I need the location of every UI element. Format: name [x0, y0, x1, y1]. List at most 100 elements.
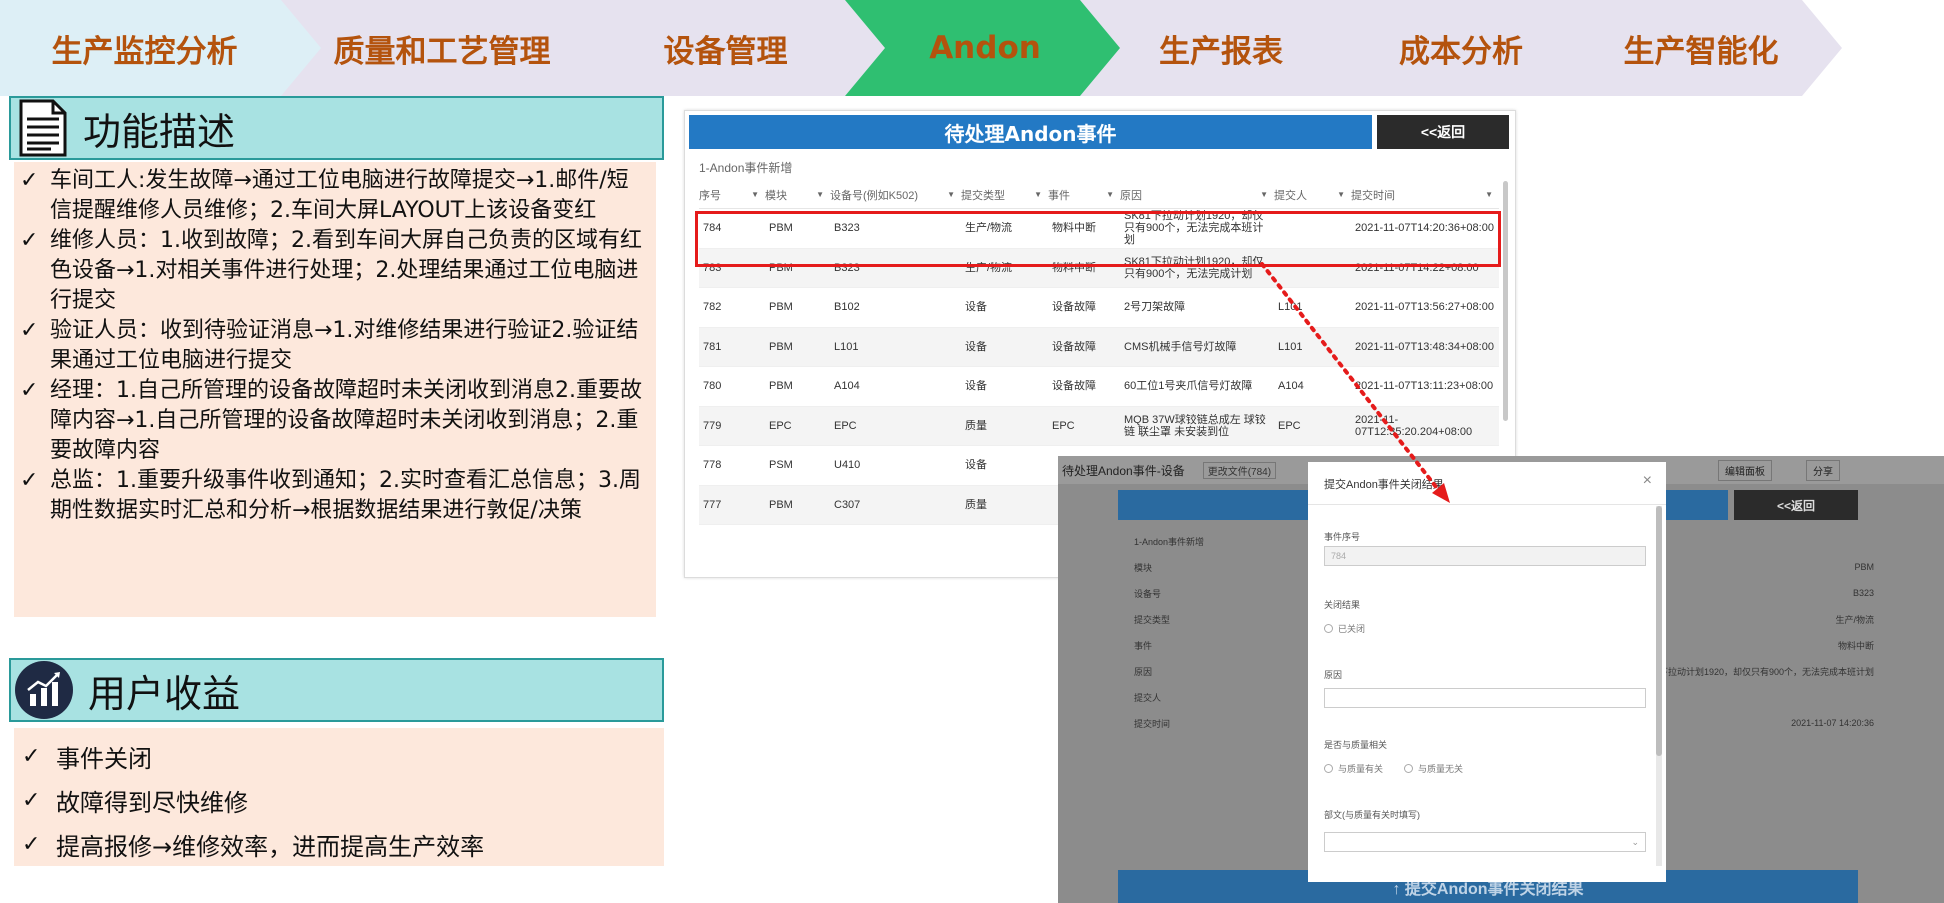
back-button[interactable]: <<返回 [1734, 490, 1858, 520]
table-cell: 779 [703, 419, 722, 432]
table-cell: 2021-11-07T12:35:20.204+08:00 [1355, 413, 1473, 438]
pending-table-title: 待处理Andon事件 [689, 115, 1372, 149]
nav-tab-label: 质量和工艺管理 [333, 33, 551, 70]
column-header[interactable]: 提交类型 ▼ [961, 187, 1048, 203]
scrollbar[interactable] [1503, 181, 1508, 421]
column-header[interactable]: 原因 ▼ [1120, 187, 1274, 203]
closed-radio[interactable]: 已关闭 [1324, 622, 1365, 635]
nav-tab-production-monitoring[interactable]: 生产监控分析 [0, 0, 325, 96]
dialog-title: 提交Andon事件关闭结果 [1324, 479, 1444, 491]
user-benefit-list: ✓ 事件关闭 ✓ 故障得到尽快维修 ✓ 提高报修→维修效率，进而提高生产效率 [14, 728, 664, 866]
nav-tab-production-report[interactable]: 生产报表 [1080, 0, 1362, 96]
table-cell: U410 [834, 459, 861, 472]
table-cell: 60工位1号夹爪信号灯故障 [1124, 380, 1253, 393]
table-header: 序号 ▼ 模块 ▼ 设备号(例如K502) ▼ 提交类型 ▼ 事件 ▼ 原因 ▼ 提交人 ▼ … [699, 181, 1499, 209]
table-cell: 777 [703, 498, 722, 511]
table-cell: 2021-11-07T13:11:23+08:00 [1355, 380, 1494, 393]
list-item: ✓ 车间工人:发生故障→通过工位电脑进行故障提交→1.邮件/短信提醒维修人员维修；… [20, 166, 650, 226]
table-row[interactable]: 780 PBM A104 设备 设备故障 60工位1号夹爪信号灯故障 A104 2021-11… [699, 367, 1499, 407]
share-button[interactable]: 分享 [1806, 460, 1840, 481]
list-item: ✓ 总监：1.重要升级事件收到通知；2.实时查看汇总信息；3.周期性数据实时汇总和… [20, 466, 650, 526]
list-item: ✓ 事件关闭 [22, 743, 152, 773]
filter-icon[interactable]: ▼ [1106, 190, 1114, 199]
filter-icon[interactable]: ▼ [1485, 190, 1493, 199]
function-description-header: 功能描述 [9, 96, 664, 160]
column-header[interactable]: 事件 ▼ [1048, 187, 1120, 203]
table-cell: 设备故障 [1052, 340, 1096, 353]
filter-icon[interactable]: ▼ [1337, 190, 1345, 199]
table-cell: PBM [769, 301, 793, 314]
nav-tab-smart-production[interactable]: 生产智能化 [1560, 0, 1842, 96]
table-cell: C307 [834, 498, 861, 511]
filter-icon[interactable]: ▼ [1260, 190, 1268, 199]
document-label: 部文(与质量有关时填写) [1324, 810, 1420, 820]
analytics-icon [15, 661, 73, 719]
column-header[interactable]: 模块 ▼ [765, 187, 830, 203]
quality-related-radio[interactable]: 与质量有关 [1324, 762, 1383, 775]
nav-tab-label: 设备管理 [663, 33, 788, 70]
table-cell: 2号刀架故障 [1124, 301, 1186, 314]
nav-tab-label: 生产智能化 [1623, 33, 1779, 70]
divider [1308, 504, 1666, 505]
user-benefit-header: 用户收益 [9, 658, 664, 722]
table-cell: 778 [703, 459, 722, 472]
function-description-list: ✓ 车间工人:发生故障→通过工位电脑进行故障提交→1.邮件/短信提醒维修人员维修；… [14, 162, 656, 617]
nav-tab-cost-analysis[interactable]: 成本分析 [1320, 0, 1602, 96]
table-cell: 质量 [965, 419, 987, 432]
check-icon: ✓ [20, 168, 39, 193]
table-cell: B102 [834, 301, 860, 314]
chevron-down-icon: ⌄ [1631, 836, 1639, 847]
filter-icon[interactable]: ▼ [1034, 190, 1042, 199]
check-icon: ✓ [20, 318, 39, 343]
table-row[interactable]: 779 EPC EPC 质量 EPC MQB 37W球铰链总成左 球铰链 联尘罩 未安装到… [699, 406, 1499, 446]
table-cell: 设备故障 [1052, 380, 1096, 393]
table-cell: 781 [703, 340, 722, 353]
list-item: ✓ 提高报修→维修效率，进而提高生产效率 [22, 831, 485, 861]
table-cell: CMS机械手信号灯故障 [1124, 340, 1237, 353]
table-cell: 2021-11-07T13:48:34+08:00 [1355, 340, 1494, 353]
filter-icon[interactable]: ▼ [751, 190, 759, 199]
top-chevron-nav: 生产监控分析 质量和工艺管理 设备管理 Andon 生产报表 成本分析 生产智能… [0, 0, 1944, 96]
check-icon: ✓ [20, 378, 39, 403]
quality-unrelated-radio[interactable]: 与质量无关 [1404, 762, 1463, 775]
table-cell: 设备 [965, 380, 987, 393]
column-header[interactable]: 提交时间 ▼ [1351, 187, 1499, 203]
nav-tab-equipment[interactable]: 设备管理 [558, 0, 893, 96]
table-row[interactable]: 781 PBM L101 设备 设备故障 CMS机械手信号灯故障 L101 2021-11-0… [699, 327, 1499, 367]
table-cell: 782 [703, 301, 722, 314]
column-header[interactable]: 提交人 ▼ [1274, 187, 1351, 203]
list-item: ✓ 验证人员：收到待验证消息→1.对维修结果进行验证2.验证结果通过工位电脑进行提… [20, 316, 650, 376]
table-cell: MQB 37W球铰链总成左 球铰链 联尘罩 未安装到位 [1124, 413, 1266, 438]
section-title: 功能描述 [83, 109, 236, 154]
table-cell: EPC [1052, 419, 1075, 432]
reason-label: 原因 [1324, 670, 1343, 680]
event-no-field[interactable]: 784 [1324, 546, 1646, 566]
filter-icon[interactable]: ▼ [947, 190, 955, 199]
close-icon[interactable]: × [1643, 472, 1652, 490]
table-cell: 780 [703, 380, 722, 393]
dashboard-title: 待处理Andon事件-设备 [1062, 463, 1185, 478]
nav-tab-label: 生产报表 [1159, 33, 1283, 70]
table-cell: L101 [834, 340, 859, 353]
check-icon: ✓ [20, 228, 39, 253]
event-no-label: 事件序号 [1324, 532, 1361, 542]
filter-icon[interactable]: ▼ [816, 190, 824, 199]
edit-panel-button[interactable]: 编辑面板 [1718, 460, 1772, 481]
column-header[interactable]: 序号 ▼ [699, 187, 765, 203]
table-row[interactable]: 782 PBM B102 设备 设备故障 2号刀架故障 L101 2021-11-07T13:… [699, 288, 1499, 328]
reason-field[interactable] [1324, 688, 1646, 708]
version-tag[interactable]: 更改文件(784) [1202, 461, 1277, 479]
back-button[interactable]: <<返回 [1377, 115, 1509, 149]
close-result-label: 关闭结果 [1324, 600, 1361, 610]
scrollbar[interactable] [1656, 506, 1662, 866]
table-cell: PSM [769, 459, 793, 472]
table-subtitle: 1-Andon事件新增 [699, 161, 793, 175]
table-cell: EPC [834, 419, 857, 432]
highlight-box [695, 211, 1501, 267]
document-select[interactable]: ⌄ [1324, 832, 1646, 852]
nav-tab-andon[interactable]: Andon [845, 0, 1125, 96]
column-header[interactable]: 设备号(例如K502) ▼ [830, 187, 961, 203]
nav-tab-label: Andon [929, 30, 1041, 66]
check-icon: ✓ [22, 831, 41, 857]
nav-tab-quality-process[interactable]: 质量和工艺管理 [281, 0, 603, 96]
